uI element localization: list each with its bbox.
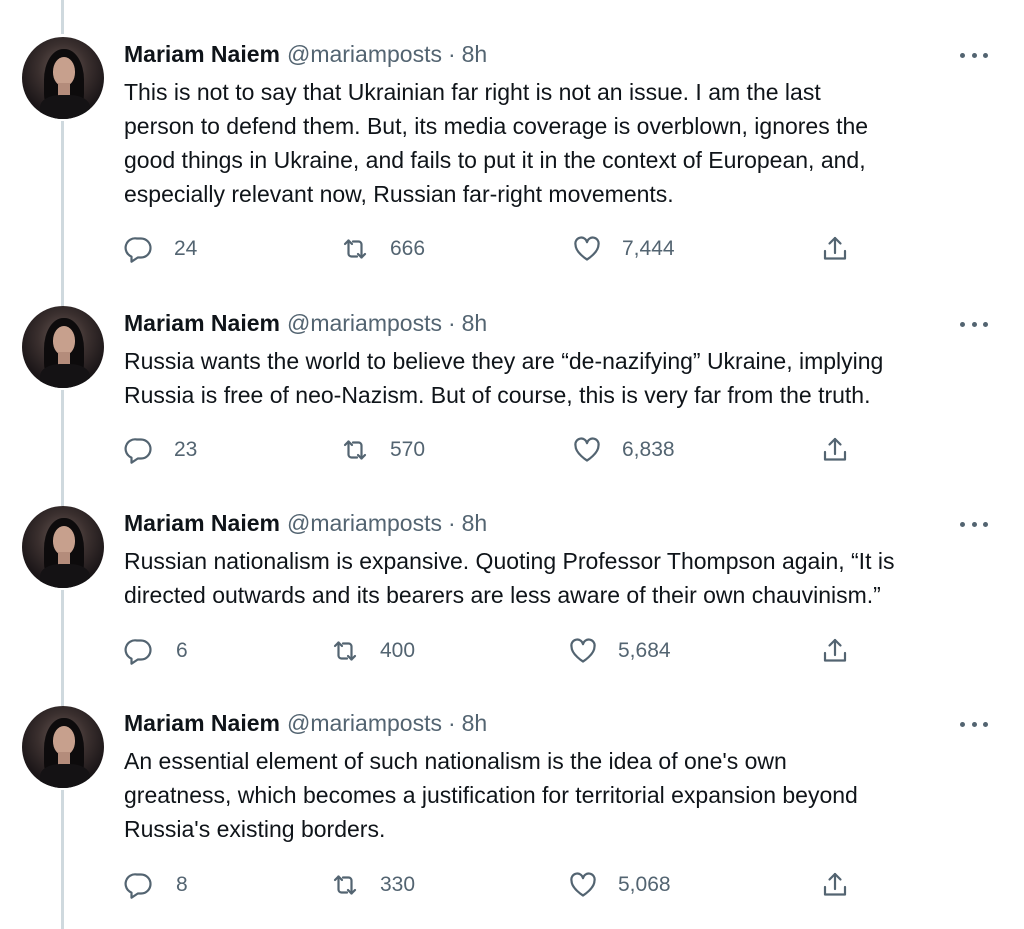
tweet-actions: 8 330 5,068 <box>124 870 864 900</box>
tweet-text: An essential element of such nationalism… <box>124 744 1004 846</box>
retweet-count: 666 <box>390 237 426 260</box>
more-icon[interactable] <box>960 314 988 334</box>
tweet-text-line: This is not to say that Ukrainian far ri… <box>124 79 821 105</box>
retweet-icon <box>340 234 370 264</box>
author-name[interactable]: Mariam Naiem <box>124 41 280 68</box>
tweet-header: Mariam Naiem @mariamposts · 8h <box>124 41 487 71</box>
separator-dot: · <box>447 310 456 336</box>
retweet-count: 570 <box>390 438 426 461</box>
retweet-icon <box>340 435 370 465</box>
like-button[interactable]: 6,838 <box>572 435 675 465</box>
tweet-text-line: Russia wants the world to believe they a… <box>124 348 884 374</box>
share-icon <box>820 234 850 264</box>
tweet-text-line: good things in Ukraine, and fails to put… <box>124 147 866 173</box>
thread-line <box>61 121 64 307</box>
like-count: 5,684 <box>618 639 671 662</box>
tweet-text-line: greatness, which becomes a justification… <box>124 782 858 808</box>
like-button[interactable]: 5,068 <box>568 870 671 900</box>
tweet-header: Mariam Naiem @mariamposts · 8h <box>124 310 487 340</box>
separator-dot: · <box>447 41 456 67</box>
reply-icon <box>124 435 154 465</box>
share-icon <box>820 435 850 465</box>
tweet-text: Russian nationalism is expansive. Quotin… <box>124 544 1004 612</box>
tweet-text-line: Russia is free of neo-Nazism. But of cou… <box>124 382 871 408</box>
author-handle[interactable]: @mariamposts <box>287 710 442 737</box>
like-icon <box>572 435 602 465</box>
tweet-text-line: person to defend them. But, its media co… <box>124 113 869 139</box>
like-count: 7,444 <box>622 237 675 260</box>
retweet-button[interactable]: 400 <box>330 636 415 666</box>
share-button[interactable] <box>820 870 850 900</box>
retweet-count: 400 <box>380 639 416 662</box>
tweet-time[interactable]: 8h <box>462 510 488 537</box>
share-icon <box>820 870 850 900</box>
avatar[interactable] <box>22 506 104 588</box>
retweet-button[interactable]: 330 <box>330 870 415 900</box>
reply-count: 23 <box>174 438 198 461</box>
tweet-actions: 23 570 6,838 <box>124 435 864 465</box>
reply-button[interactable]: 8 <box>124 870 188 900</box>
like-count: 5,068 <box>618 873 671 896</box>
author-handle[interactable]: @mariamposts <box>287 310 442 337</box>
tweet-time[interactable]: 8h <box>462 310 488 337</box>
separator-dot: · <box>447 510 456 536</box>
thread-line <box>61 590 64 706</box>
reply-count: 24 <box>174 237 198 260</box>
reply-icon <box>124 636 154 666</box>
reply-icon <box>124 870 154 900</box>
retweet-count: 330 <box>380 873 416 896</box>
reply-button[interactable]: 23 <box>124 435 197 465</box>
tweet-actions: 6 400 5,684 <box>124 636 864 666</box>
separator-dot: · <box>447 710 456 736</box>
avatar[interactable] <box>22 306 104 388</box>
tweet-text-line: especially relevant now, Russian far-rig… <box>124 181 674 207</box>
like-icon <box>572 234 602 264</box>
tweet-text-line: Russia's existing borders. <box>124 816 386 842</box>
share-button[interactable] <box>820 435 850 465</box>
author-handle[interactable]: @mariamposts <box>287 41 442 68</box>
tweet-text-line: directed outwards and its bearers are le… <box>124 582 881 608</box>
thread-line <box>61 0 64 34</box>
more-icon[interactable] <box>960 45 988 65</box>
retweet-button[interactable]: 570 <box>340 435 425 465</box>
like-button[interactable]: 5,684 <box>568 636 671 666</box>
avatar[interactable] <box>22 37 104 119</box>
tweet-thread: Mariam Naiem @mariamposts · 8h This is n… <box>0 0 1024 929</box>
like-button[interactable]: 7,444 <box>572 234 675 264</box>
thread-line <box>61 790 64 929</box>
more-icon[interactable] <box>960 514 988 534</box>
tweet-time[interactable]: 8h <box>462 710 488 737</box>
tweet-header: Mariam Naiem @mariamposts · 8h <box>124 710 487 740</box>
reply-count: 6 <box>176 639 188 662</box>
tweet-actions: 24 666 7,444 <box>124 234 864 264</box>
reply-button[interactable]: 6 <box>124 636 188 666</box>
like-count: 6,838 <box>622 438 675 461</box>
retweet-button[interactable]: 666 <box>340 234 425 264</box>
author-name[interactable]: Mariam Naiem <box>124 310 280 337</box>
tweet-text-line: An essential element of such nationalism… <box>124 748 787 774</box>
more-icon[interactable] <box>960 714 988 734</box>
author-handle[interactable]: @mariamposts <box>287 510 442 537</box>
thread-line <box>61 390 64 506</box>
retweet-icon <box>330 636 360 666</box>
share-button[interactable] <box>820 234 850 264</box>
reply-icon <box>124 234 154 264</box>
share-button[interactable] <box>820 636 850 666</box>
tweet-time[interactable]: 8h <box>462 41 488 68</box>
author-name[interactable]: Mariam Naiem <box>124 510 280 537</box>
tweet-header: Mariam Naiem @mariamposts · 8h <box>124 510 487 540</box>
tweet-text: Russia wants the world to believe they a… <box>124 344 1004 412</box>
share-icon <box>820 636 850 666</box>
like-icon <box>568 636 598 666</box>
tweet-text: This is not to say that Ukrainian far ri… <box>124 75 1004 211</box>
avatar[interactable] <box>22 706 104 788</box>
tweet-text-line: Russian nationalism is expansive. Quotin… <box>124 548 895 574</box>
reply-count: 8 <box>176 873 188 896</box>
author-name[interactable]: Mariam Naiem <box>124 710 280 737</box>
like-icon <box>568 870 598 900</box>
retweet-icon <box>330 870 360 900</box>
reply-button[interactable]: 24 <box>124 234 197 264</box>
